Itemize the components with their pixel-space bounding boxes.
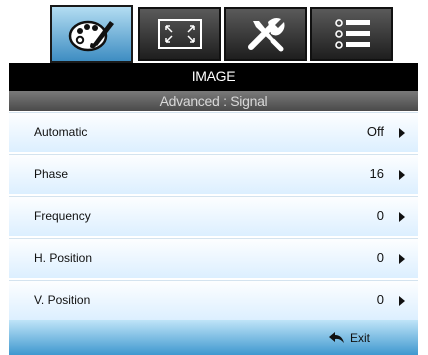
list-icon — [334, 19, 370, 49]
tab-setup[interactable] — [224, 7, 307, 61]
menu-item-automatic[interactable]: Automatic Off — [9, 112, 418, 152]
menu-item-value: Off — [366, 124, 384, 139]
page-subtitle: Advanced : Signal — [9, 91, 418, 111]
chevron-right-icon[interactable] — [399, 212, 405, 222]
menu-tab-strip — [50, 5, 404, 63]
menu-item-v-position[interactable]: V. Position 0 — [9, 280, 418, 320]
menu-header: IMAGE Advanced : Signal — [9, 63, 418, 111]
menu-item-h-position[interactable]: H. Position 0 — [9, 238, 418, 278]
menu-item-frequency[interactable]: Frequency 0 — [9, 196, 418, 236]
menu-item-value: 0 — [376, 250, 384, 265]
chevron-right-icon[interactable] — [399, 128, 405, 138]
menu-item-label: Automatic — [34, 125, 88, 139]
menu-footer: Exit — [9, 320, 418, 355]
tab-image[interactable] — [50, 5, 133, 63]
menu-item-phase[interactable]: Phase 16 — [9, 154, 418, 194]
tab-display[interactable] — [138, 7, 221, 61]
tools-icon — [247, 18, 284, 52]
return-arrow-icon — [328, 332, 344, 343]
menu-item-value: 0 — [376, 292, 384, 307]
chevron-right-icon[interactable] — [399, 296, 405, 306]
menu-item-label: Phase — [34, 167, 69, 181]
chevron-right-icon[interactable] — [399, 254, 405, 264]
screen-resize-icon — [157, 19, 202, 49]
menu-item-value: 16 — [369, 166, 384, 181]
menu-item-label: Frequency — [34, 209, 91, 223]
menu-item-label: V. Position — [34, 293, 91, 307]
palette-brush-icon — [68, 20, 114, 52]
page-title: IMAGE — [191, 68, 236, 84]
osd-menu: IMAGE Advanced : Signal Automatic Off Ph… — [0, 0, 428, 355]
menu-item-label: H. Position — [34, 251, 93, 265]
chevron-right-icon[interactable] — [399, 170, 405, 180]
menu-list: Automatic Off Phase 16 Frequency 0 H. Po… — [9, 112, 418, 320]
menu-item-value: 0 — [376, 208, 384, 223]
exit-label: Exit — [349, 331, 370, 345]
tab-options[interactable] — [310, 7, 393, 61]
exit-button[interactable]: Exit — [328, 331, 370, 345]
